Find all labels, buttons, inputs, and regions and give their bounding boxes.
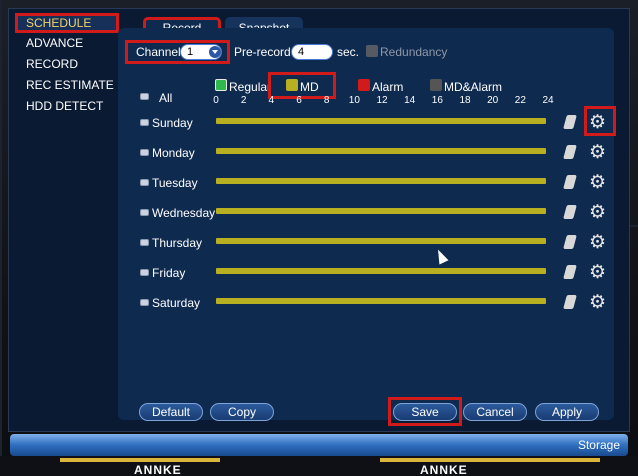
- all-checkbox[interactable]: [140, 93, 149, 100]
- menu-item-schedule[interactable]: SCHEDULE: [15, 13, 119, 33]
- copy-button[interactable]: Copy: [210, 403, 274, 421]
- schedule-bar-monday[interactable]: [216, 148, 546, 154]
- day-checkbox[interactable]: [140, 179, 149, 186]
- day-label-tuesday: Tuesday: [152, 176, 198, 190]
- menu-item-advance[interactable]: ADVANCE: [15, 33, 119, 53]
- hour-tick-label: 4: [268, 95, 275, 106]
- default-button[interactable]: Default: [139, 403, 203, 421]
- prerecord-label: Pre-record: [234, 45, 291, 59]
- redundancy-label: Redundancy: [380, 45, 448, 59]
- status-bar: Storage: [10, 434, 628, 456]
- day-checkbox[interactable]: [140, 299, 149, 306]
- all-label: All: [159, 91, 173, 105]
- camera-frame-edge: [60, 458, 220, 462]
- menu-item-hdd-detect[interactable]: HDD DETECT: [15, 96, 119, 116]
- prerecord-input[interactable]: 4: [291, 44, 333, 60]
- day-checkbox[interactable]: [140, 239, 149, 246]
- hour-tick-label: 14: [404, 95, 416, 106]
- hour-tick-label: 24: [542, 95, 554, 106]
- save-button[interactable]: Save: [393, 403, 457, 421]
- day-checkbox[interactable]: [140, 269, 149, 276]
- day-label-wednesday: Wednesday: [152, 206, 216, 220]
- legend-regular-label: Regular: [229, 80, 272, 94]
- hour-tick-label: 2: [240, 95, 247, 106]
- hour-tick-label: 6: [296, 95, 302, 106]
- side-menu: SCHEDULE ADVANCE RECORD REC ESTIMATE HDD…: [9, 9, 127, 433]
- storage-label: Storage: [577, 438, 620, 452]
- hour-tick-label: 10: [348, 95, 360, 106]
- day-label-thursday: Thursday: [152, 236, 203, 250]
- md-checkbox[interactable]: [286, 79, 298, 91]
- channel-label: Channel: [136, 45, 181, 59]
- camera-frame-edge: [380, 458, 600, 462]
- brand-logo: ANNKE: [134, 463, 182, 476]
- hour-tick-label: 22: [514, 95, 526, 106]
- legend-alarm-label: Alarm: [372, 80, 404, 94]
- gear-icon[interactable]: ⚙: [589, 263, 606, 282]
- day-label-friday: Friday: [152, 266, 186, 280]
- gear-icon[interactable]: ⚙: [589, 113, 606, 132]
- brand-logo: ANNKE: [420, 463, 468, 476]
- gear-icon[interactable]: ⚙: [589, 293, 606, 312]
- schedule-bar-tuesday[interactable]: [216, 178, 546, 184]
- alarm-checkbox[interactable]: [358, 79, 370, 91]
- schedule-bar-saturday[interactable]: [216, 298, 546, 304]
- menu-item-record[interactable]: RECORD: [15, 54, 119, 74]
- gear-icon[interactable]: ⚙: [589, 143, 606, 162]
- apply-button[interactable]: Apply: [535, 403, 599, 421]
- cancel-button[interactable]: Cancel: [463, 403, 527, 421]
- day-checkbox[interactable]: [140, 119, 149, 126]
- gear-icon[interactable]: ⚙: [589, 203, 606, 222]
- legend-md-label: MD: [300, 80, 319, 94]
- hour-tick-label: 0: [213, 95, 219, 106]
- day-label-monday: Monday: [152, 146, 195, 160]
- redundancy-checkbox[interactable]: [366, 45, 378, 57]
- hour-tick-label: 12: [376, 95, 388, 106]
- hour-tick-label: 8: [323, 95, 330, 106]
- regular-checkbox[interactable]: [215, 79, 227, 91]
- grid-line: [0, 0, 2, 476]
- hour-tick-label: 20: [487, 95, 499, 106]
- gear-icon[interactable]: ⚙: [589, 173, 606, 192]
- schedule-bar-sunday[interactable]: [216, 118, 546, 124]
- gear-icon[interactable]: ⚙: [589, 233, 606, 252]
- schedule-bar-thursday[interactable]: [216, 238, 546, 244]
- hour-tick-label: 16: [431, 95, 443, 106]
- prerecord-unit: sec.: [337, 45, 360, 59]
- legend-md-alarm-label: MD&Alarm: [444, 80, 503, 94]
- menu-item-rec-estimate[interactable]: REC ESTIMATE: [15, 75, 119, 95]
- day-label-sunday: Sunday: [152, 116, 193, 130]
- schedule-bar-wednesday[interactable]: [216, 208, 546, 214]
- schedule-bar-friday[interactable]: [216, 268, 546, 274]
- day-checkbox[interactable]: [140, 149, 149, 156]
- day-label-saturday: Saturday: [152, 296, 201, 310]
- day-checkbox[interactable]: [140, 209, 149, 216]
- md-alarm-checkbox[interactable]: [430, 79, 442, 91]
- chevron-down-icon: [209, 46, 221, 58]
- hour-tick-label: 18: [459, 95, 471, 106]
